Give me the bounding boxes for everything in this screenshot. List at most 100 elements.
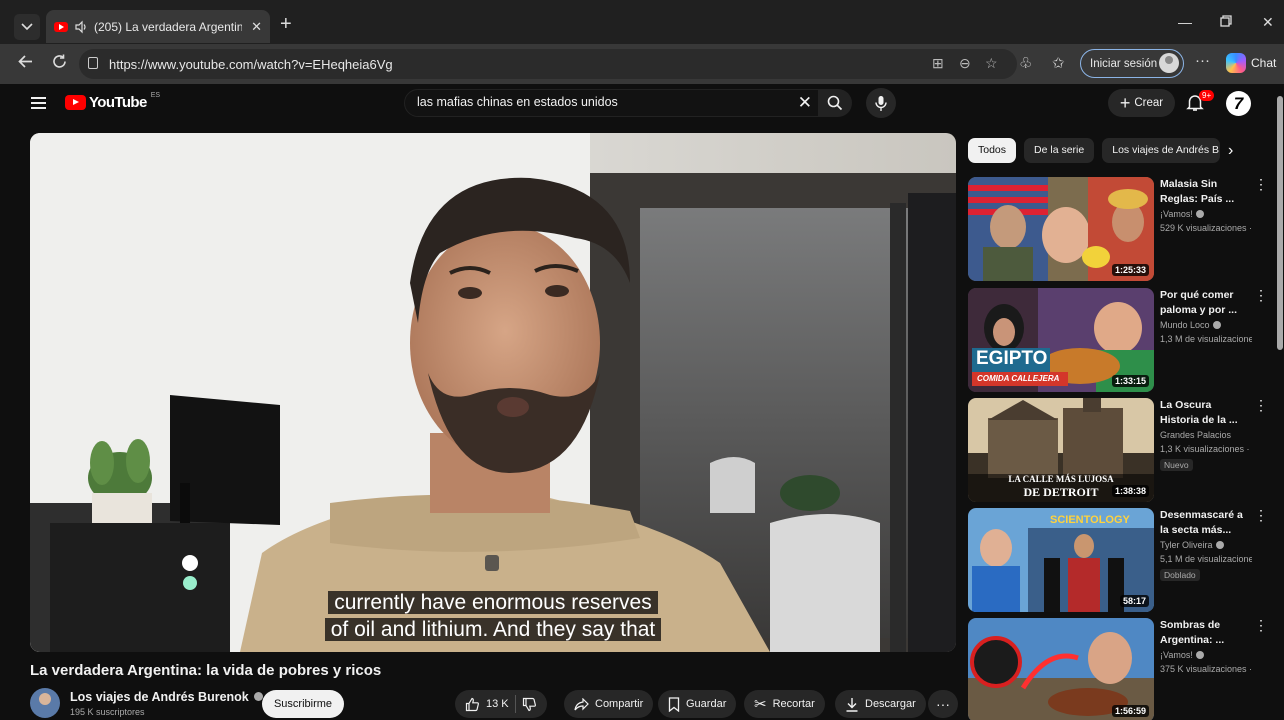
- recommendation-title[interactable]: Desenmascaré a la secta más...: [1160, 508, 1246, 538]
- recommendation-title[interactable]: Por qué comer paloma y por ...: [1160, 288, 1246, 318]
- recommendation-item[interactable]: 1:56:59 Sombras de Argentina: ... ¡Vamos…: [968, 618, 1268, 720]
- subscribe-button[interactable]: Suscribirme: [262, 690, 344, 718]
- recommendation-item[interactable]: EGIPTO COMIDA CALLEJERA 1:33:15 Por qué …: [968, 288, 1268, 392]
- notifications-button[interactable]: 9+: [1186, 90, 1215, 117]
- scissors-icon: ✂: [754, 696, 767, 713]
- thumbnail[interactable]: 1:56:59: [968, 618, 1154, 720]
- download-button[interactable]: Descargar: [835, 690, 926, 718]
- clip-label: Recortar: [772, 698, 815, 710]
- download-icon: [846, 697, 858, 712]
- minimize-icon[interactable]: —: [1178, 14, 1192, 30]
- verified-icon: [1212, 321, 1221, 329]
- save-label: Guardar: [686, 698, 727, 710]
- favorite-star-icon[interactable]: ☆: [985, 55, 998, 72]
- verified-icon: [1215, 541, 1224, 549]
- new-tab-button[interactable]: +: [280, 14, 292, 34]
- verified-icon: [1195, 651, 1204, 659]
- thumbnail[interactable]: LA CALLE MÁS LUJOSA DE DETROIT 1:38:38: [968, 398, 1154, 502]
- share-label: Compartir: [595, 698, 644, 710]
- download-label: Descargar: [865, 698, 916, 710]
- chevron-right-icon[interactable]: ›: [1228, 142, 1233, 160]
- subtitle-line-1: currently have enormous reserves: [30, 589, 956, 616]
- thumbnail[interactable]: 1:25:33: [968, 177, 1154, 281]
- restore-icon[interactable]: [1220, 14, 1232, 30]
- like-count[interactable]: 13 K: [486, 698, 509, 710]
- recommendation-title[interactable]: Sombras de Argentina: ...: [1160, 618, 1246, 648]
- clip-button[interactable]: ✂ Recortar: [744, 690, 825, 718]
- browser-tab-active[interactable]: (205) La verdadera Argentina: ✕: [46, 10, 270, 43]
- create-label: Crear: [1134, 97, 1164, 109]
- thumbnail[interactable]: SCIENTOLOGY 58:17: [968, 508, 1154, 612]
- thumbnail-text: LA CALLE MÁS LUJOSA: [1008, 474, 1114, 484]
- recommendation-item[interactable]: LA CALLE MÁS LUJOSA DE DETROIT 1:38:38 L…: [968, 398, 1268, 502]
- signin-label: Iniciar sesión: [1090, 57, 1158, 70]
- share-icon: [574, 697, 589, 710]
- chip-from-series[interactable]: De la serie: [1024, 138, 1095, 163]
- search-button[interactable]: [818, 89, 852, 117]
- recommendation-item[interactable]: 1:25:33 Malasia Sin Reglas: País ... ¡Va…: [968, 177, 1268, 281]
- account-avatar[interactable]: 7: [1226, 91, 1251, 116]
- recommendation-title[interactable]: La Oscura Historia de la ...: [1160, 398, 1246, 428]
- recommendation-title[interactable]: Malasia Sin Reglas: País ...: [1160, 177, 1246, 207]
- notification-badge: 9+: [1199, 90, 1215, 101]
- recommendation-channel[interactable]: Tyler Oliveira: [1160, 540, 1224, 550]
- more-actions-button[interactable]: ···: [928, 690, 958, 718]
- country-code: ES: [150, 92, 161, 99]
- address-bar[interactable]: https://www.youtube.com/watch?v=EHeqheia…: [79, 49, 1017, 79]
- back-arrow-icon[interactable]: [17, 53, 34, 76]
- more-options-icon[interactable]: ···: [1195, 52, 1210, 69]
- zoom-icon[interactable]: ⊖: [959, 55, 971, 72]
- chip-channel[interactable]: Los viajes de Andrés B: [1102, 138, 1221, 163]
- kebab-menu-icon[interactable]: ⋮: [1254, 177, 1268, 191]
- kebab-menu-icon[interactable]: ⋮: [1254, 618, 1268, 632]
- favorites-icon[interactable]: ✩: [1052, 54, 1065, 72]
- plus-icon: +: [1119, 93, 1131, 113]
- search-input[interactable]: [417, 95, 777, 109]
- menu-hamburger-icon[interactable]: [31, 97, 46, 112]
- chat-label: Chat: [1251, 56, 1277, 70]
- recommendation-views: 1,3 M de visualizaciones: [1160, 334, 1252, 344]
- lock-icon: [88, 57, 98, 69]
- recommendation-channel[interactable]: Mundo Loco: [1160, 320, 1221, 330]
- save-button[interactable]: Guardar: [658, 690, 737, 718]
- tab-close-icon[interactable]: ✕: [251, 19, 262, 35]
- copilot-chat-button[interactable]: Chat: [1226, 53, 1276, 73]
- tab-actions-menu-button[interactable]: [14, 14, 40, 40]
- thumbs-up-icon[interactable]: [465, 697, 480, 712]
- chevron-down-icon: [21, 23, 33, 31]
- app-available-icon[interactable]: ⊞: [932, 55, 944, 72]
- create-button[interactable]: + Crear: [1108, 89, 1175, 117]
- kebab-menu-icon[interactable]: ⋮: [1254, 288, 1268, 302]
- chip-all[interactable]: Todos: [968, 138, 1017, 163]
- recommendation-item[interactable]: SCIENTOLOGY 58:17 Desenmascaré a la sect…: [968, 508, 1268, 612]
- reload-icon[interactable]: [51, 53, 68, 76]
- share-button[interactable]: Compartir: [564, 690, 654, 718]
- thumbnail-text: SCIENTOLOGY: [1050, 514, 1130, 526]
- page-scrollbar[interactable]: [1276, 84, 1284, 720]
- scrollbar-thumb[interactable]: [1277, 96, 1283, 350]
- recommendation-channel[interactable]: ¡Vamos!: [1160, 209, 1204, 219]
- thumbnail[interactable]: EGIPTO COMIDA CALLEJERA 1:33:15: [968, 288, 1154, 392]
- search-box[interactable]: ✕: [404, 89, 822, 117]
- kebab-menu-icon[interactable]: ⋮: [1254, 508, 1268, 522]
- browser-essentials-icon[interactable]: ♧: [1019, 54, 1032, 72]
- new-badge: Nuevo: [1160, 459, 1193, 471]
- recommendation-channel[interactable]: Grandes Palacios: [1160, 430, 1231, 440]
- speaker-icon[interactable]: [74, 20, 88, 34]
- video-player[interactable]: currently have enormous reserves of oil …: [30, 133, 956, 652]
- subscriber-count: 195 K suscriptores: [70, 707, 145, 717]
- recommendation-views: 1,3 K visualizaciones · I: [1160, 444, 1252, 454]
- recommendation-channel[interactable]: ¡Vamos!: [1160, 650, 1204, 660]
- youtube-logo[interactable]: YouTube ES: [65, 92, 161, 111]
- thumbs-down-icon[interactable]: [522, 697, 537, 712]
- kebab-menu-icon[interactable]: ⋮: [1254, 398, 1268, 412]
- close-window-icon[interactable]: ✕: [1262, 14, 1274, 31]
- profile-avatar-icon: [1159, 53, 1179, 73]
- channel-avatar[interactable]: [30, 688, 60, 718]
- voice-search-button[interactable]: [866, 88, 896, 118]
- channel-name-row[interactable]: Los viajes de Andrés Burenok: [70, 690, 263, 704]
- clear-search-icon[interactable]: ✕: [798, 93, 812, 113]
- duration: 1:38:38: [1111, 485, 1149, 497]
- signin-button[interactable]: Iniciar sesión: [1080, 49, 1184, 78]
- verified-icon: [1195, 210, 1204, 218]
